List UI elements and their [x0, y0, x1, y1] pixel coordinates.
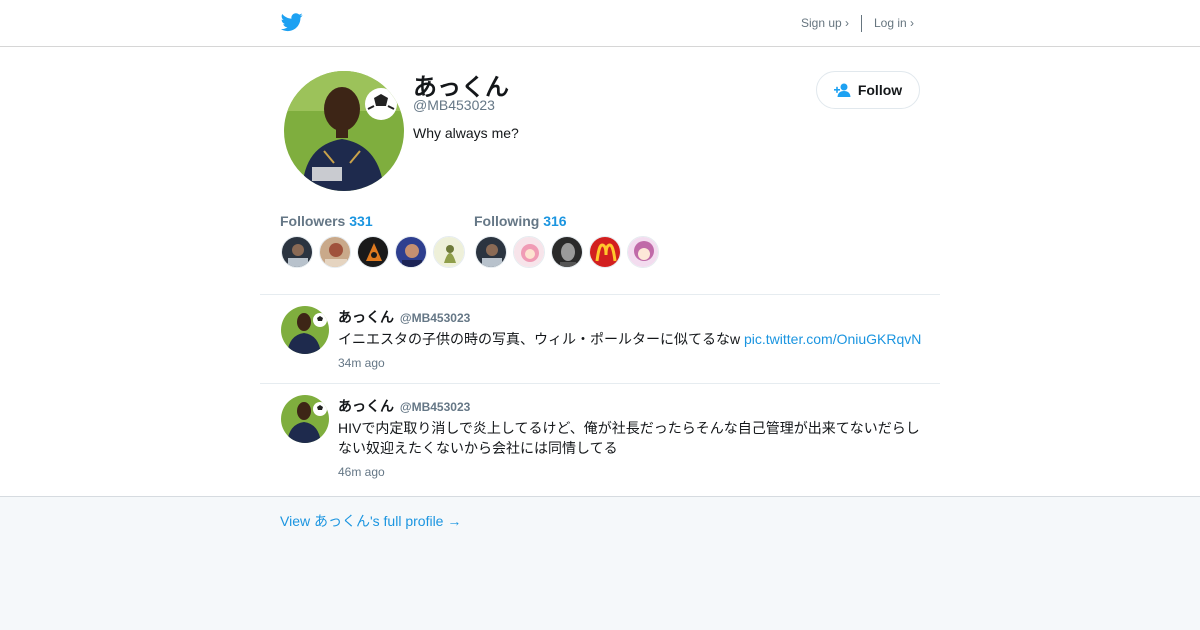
tweet-avatar[interactable]	[281, 395, 329, 443]
divider	[260, 294, 940, 295]
tweet-avatar[interactable]	[281, 306, 329, 354]
top-bar: Sign up › Log in ›	[0, 0, 1200, 47]
tweet-author-name[interactable]: あっくん	[338, 309, 394, 325]
tweet-author-handle[interactable]: @MB453023	[400, 400, 470, 414]
add-user-icon	[833, 83, 851, 97]
follower-avatar[interactable]	[357, 236, 389, 268]
tweet-header: あっくん @MB453023	[338, 396, 470, 416]
following-avatar[interactable]	[589, 236, 621, 268]
followers-stat[interactable]: Followers 331	[280, 213, 373, 229]
following-avatar[interactable]	[475, 236, 507, 268]
follower-avatar[interactable]	[319, 236, 351, 268]
divider	[260, 383, 940, 384]
tweet-timestamp[interactable]: 46m ago	[338, 465, 385, 479]
profile-avatar[interactable]	[284, 71, 404, 191]
following-label: Following	[474, 213, 540, 229]
profile-handle: @MB453023	[413, 97, 495, 113]
following-avatar[interactable]	[551, 236, 583, 268]
follower-avatar[interactable]	[281, 236, 313, 268]
follower-avatar[interactable]	[433, 236, 465, 268]
following-avatar[interactable]	[627, 236, 659, 268]
following-avatar[interactable]	[513, 236, 545, 268]
tweet-text: HIVで内定取り消しで炎上してるけど、俺が社長だったらそんな自己管理が出来てない…	[338, 420, 920, 456]
twitter-bird-icon[interactable]	[280, 11, 304, 33]
follow-button[interactable]: Follow	[816, 71, 920, 109]
followers-label: Followers	[280, 213, 346, 229]
full-profile-link[interactable]: View あっくん's full profile →	[280, 511, 461, 531]
profile-card: あっくん @MB453023 Why always me? Follow Fol…	[0, 47, 1200, 497]
tweet-header: あっくん @MB453023	[338, 307, 470, 327]
profile-bio: Why always me?	[413, 125, 519, 141]
following-stat[interactable]: Following 316	[474, 213, 567, 229]
tweet-body: イニエスタの子供の時の写真、ウィル・ポールターに似てるなw	[338, 331, 744, 347]
tweet-author-handle[interactable]: @MB453023	[400, 311, 470, 325]
followers-count: 331	[349, 213, 373, 229]
nav-separator	[861, 15, 862, 32]
follow-label: Follow	[857, 82, 903, 98]
tweet-timestamp[interactable]: 34m ago	[338, 356, 385, 370]
follower-avatar[interactable]	[395, 236, 427, 268]
following-count: 316	[543, 213, 567, 229]
tweet-text: イニエスタの子供の時の写真、ウィル・ポールターに似てるなw pic.twitte…	[338, 329, 928, 349]
tweet-author-name[interactable]: あっくん	[338, 398, 394, 414]
signup-link[interactable]: Sign up ›	[801, 16, 849, 30]
tweet-media-link[interactable]: pic.twitter.com/OniuGKRqvN	[744, 331, 921, 347]
login-link[interactable]: Log in ›	[874, 16, 914, 30]
